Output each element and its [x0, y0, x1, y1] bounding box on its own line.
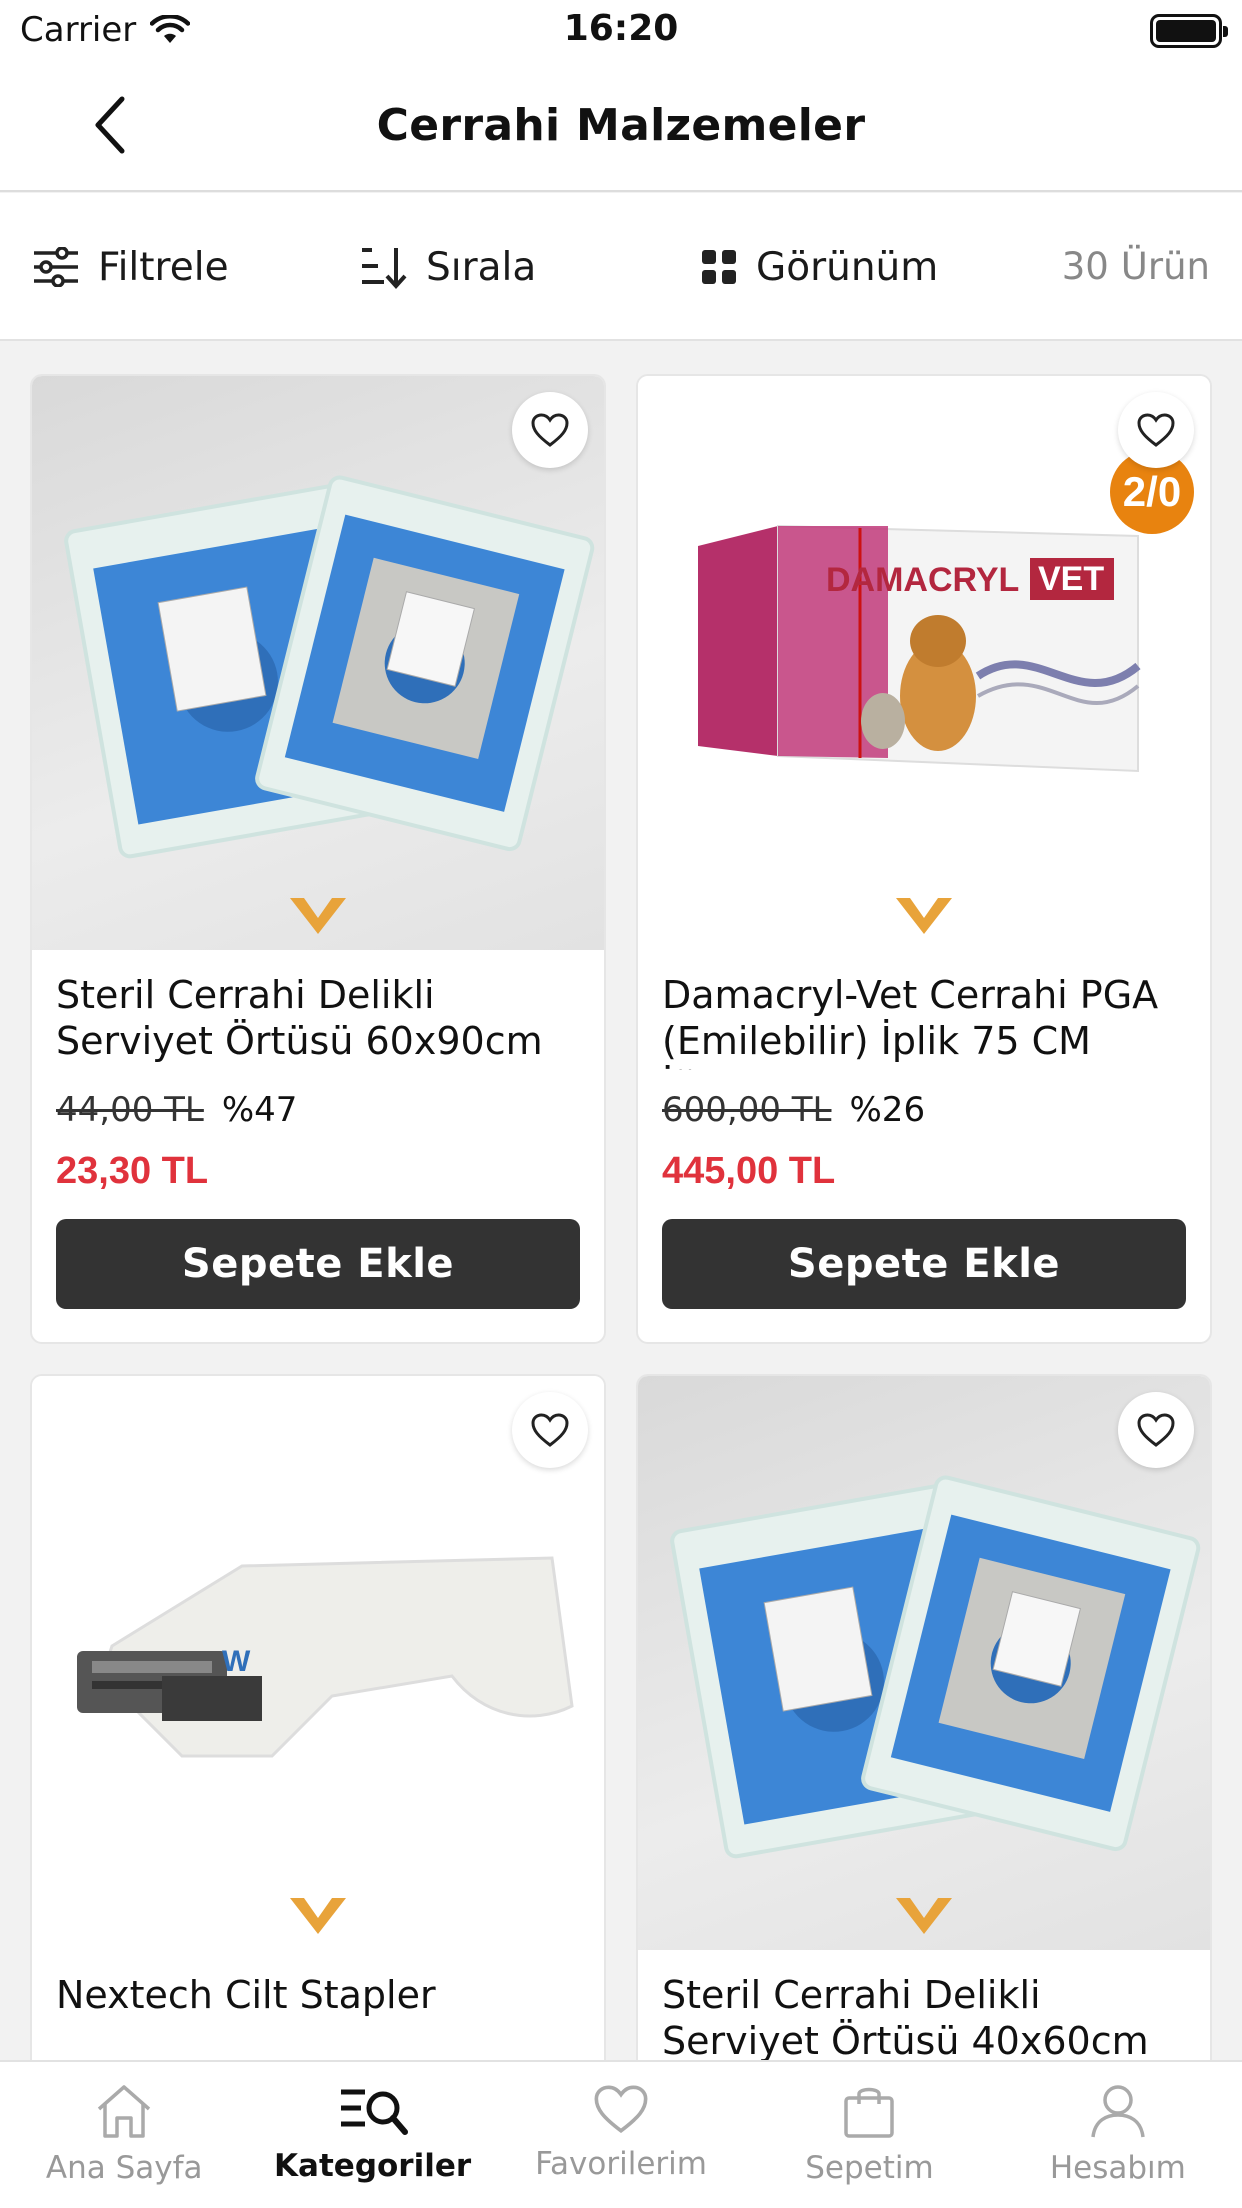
filter-button[interactable]: Filtrele — [32, 237, 229, 297]
tab-cart-label: Sepetim — [805, 2150, 934, 2186]
brand-logo-icon — [896, 1898, 952, 1934]
home-icon — [98, 2085, 151, 2138]
tab-favorites[interactable]: Favorilerim — [497, 2062, 745, 2208]
product-image: W — [32, 1376, 604, 1950]
old-price: 44,00 TL — [56, 1090, 204, 1130]
favorite-button[interactable] — [1118, 1392, 1194, 1468]
heart-icon — [531, 413, 569, 447]
add-to-cart-button[interactable]: Sepete Ekle — [56, 1219, 580, 1309]
listing-toolbar: Filtrele Sırala Görünüm 30 Ürün — [0, 193, 1242, 341]
sliders-icon — [34, 247, 78, 287]
old-price: 600,00 TL — [662, 1090, 832, 1130]
nav-header: Cerrahi Malzemeler — [0, 62, 1242, 192]
current-price: 23,30 TL — [56, 1150, 209, 1192]
tab-cart[interactable]: Sepetim — [745, 2062, 993, 2208]
page-title: Cerrahi Malzemeler — [376, 100, 866, 151]
view-label: Görünüm — [756, 244, 939, 290]
product-count-number: 30 — [1061, 245, 1109, 288]
tab-account[interactable]: Hesabım — [994, 2062, 1242, 2208]
product-card[interactable]: Steril Cerrahi Delikli Serviyet Örtüsü 6… — [30, 374, 606, 1344]
favorite-button[interactable] — [512, 392, 588, 468]
status-bar: Carrier 16:20 — [0, 0, 1242, 62]
product-image — [32, 376, 604, 950]
current-price: 445,00 TL — [662, 1150, 836, 1192]
grid-view-icon — [702, 250, 736, 284]
heart-icon — [1137, 413, 1175, 447]
discount-rate: %26 — [849, 1090, 926, 1130]
heart-icon — [1137, 1413, 1175, 1447]
tab-home[interactable]: Ana Sayfa — [0, 2062, 248, 2208]
product-name[interactable]: Steril Cerrahi Delikli Serviyet Örtüsü 4… — [638, 1950, 1210, 2070]
brand-logo-icon — [290, 898, 346, 934]
box-brand-suffix-text: VET — [1038, 560, 1104, 598]
product-card[interactable]: DAMACRYL VET 2/0 Damacryl-Vet Cerrahi PG… — [636, 374, 1212, 1344]
heart-icon — [531, 1413, 569, 1447]
sort-button[interactable]: Sırala — [360, 237, 536, 297]
svg-text:W: W — [222, 1645, 251, 1678]
stapler-illustration: W — [77, 1556, 574, 1758]
favorite-button[interactable] — [512, 1392, 588, 1468]
add-to-cart-button[interactable]: Sepete Ekle — [662, 1219, 1186, 1309]
categories-search-icon — [340, 2089, 408, 2135]
tab-favorites-label: Favorilerim — [535, 2146, 707, 2182]
product-name[interactable]: Damacryl-Vet Cerrahi PGA (Emilebilir) İp… — [638, 950, 1210, 1070]
drape-illustration — [670, 1475, 1201, 1859]
price-row: 44,00 TL %47 — [32, 1070, 604, 1130]
favorite-button[interactable] — [1118, 392, 1194, 468]
box-brand-text: DAMACRYL — [826, 561, 1019, 599]
clock: 16:20 — [563, 8, 679, 49]
filter-label: Filtrele — [98, 244, 229, 290]
brand-logo-icon — [896, 898, 952, 934]
tab-home-label: Ana Sayfa — [45, 2150, 203, 2186]
sort-label: Sırala — [426, 244, 537, 290]
product-name[interactable]: Nextech Cilt Stapler — [32, 1950, 604, 2070]
product-count-unit: Ürün — [1120, 245, 1210, 288]
sort-icon — [362, 248, 407, 289]
view-toggle-button[interactable]: Görünüm — [700, 237, 938, 297]
product-name[interactable]: Steril Cerrahi Delikli Serviyet Örtüsü 6… — [32, 950, 604, 1070]
product-count: 30 Ürün — [1062, 245, 1210, 288]
tab-categories-label: Kategoriler — [274, 2148, 472, 2184]
tab-account-label: Hesabım — [1049, 2150, 1186, 2186]
product-image — [638, 1376, 1210, 1950]
brand-logo-icon — [290, 1898, 346, 1934]
tab-categories[interactable]: Kategoriler — [248, 2062, 496, 2208]
discount-rate: %47 — [221, 1090, 298, 1130]
drape-illustration — [64, 475, 595, 859]
price-row: 600,00 TL %26 — [638, 1070, 1210, 1130]
heart-icon — [594, 2085, 648, 2134]
battery-icon — [1150, 14, 1228, 48]
bottom-tab-bar: Ana Sayfa Kategoriler Favorilerim Sepeti… — [0, 2060, 1242, 2208]
shopping-bag-icon — [844, 2087, 895, 2138]
app-screen: Carrier 16:20 Cerrahi Malzemeler Filtrel… — [0, 0, 1242, 2208]
user-icon — [1091, 2085, 1145, 2138]
product-image: DAMACRYL VET 2/0 — [638, 376, 1210, 950]
